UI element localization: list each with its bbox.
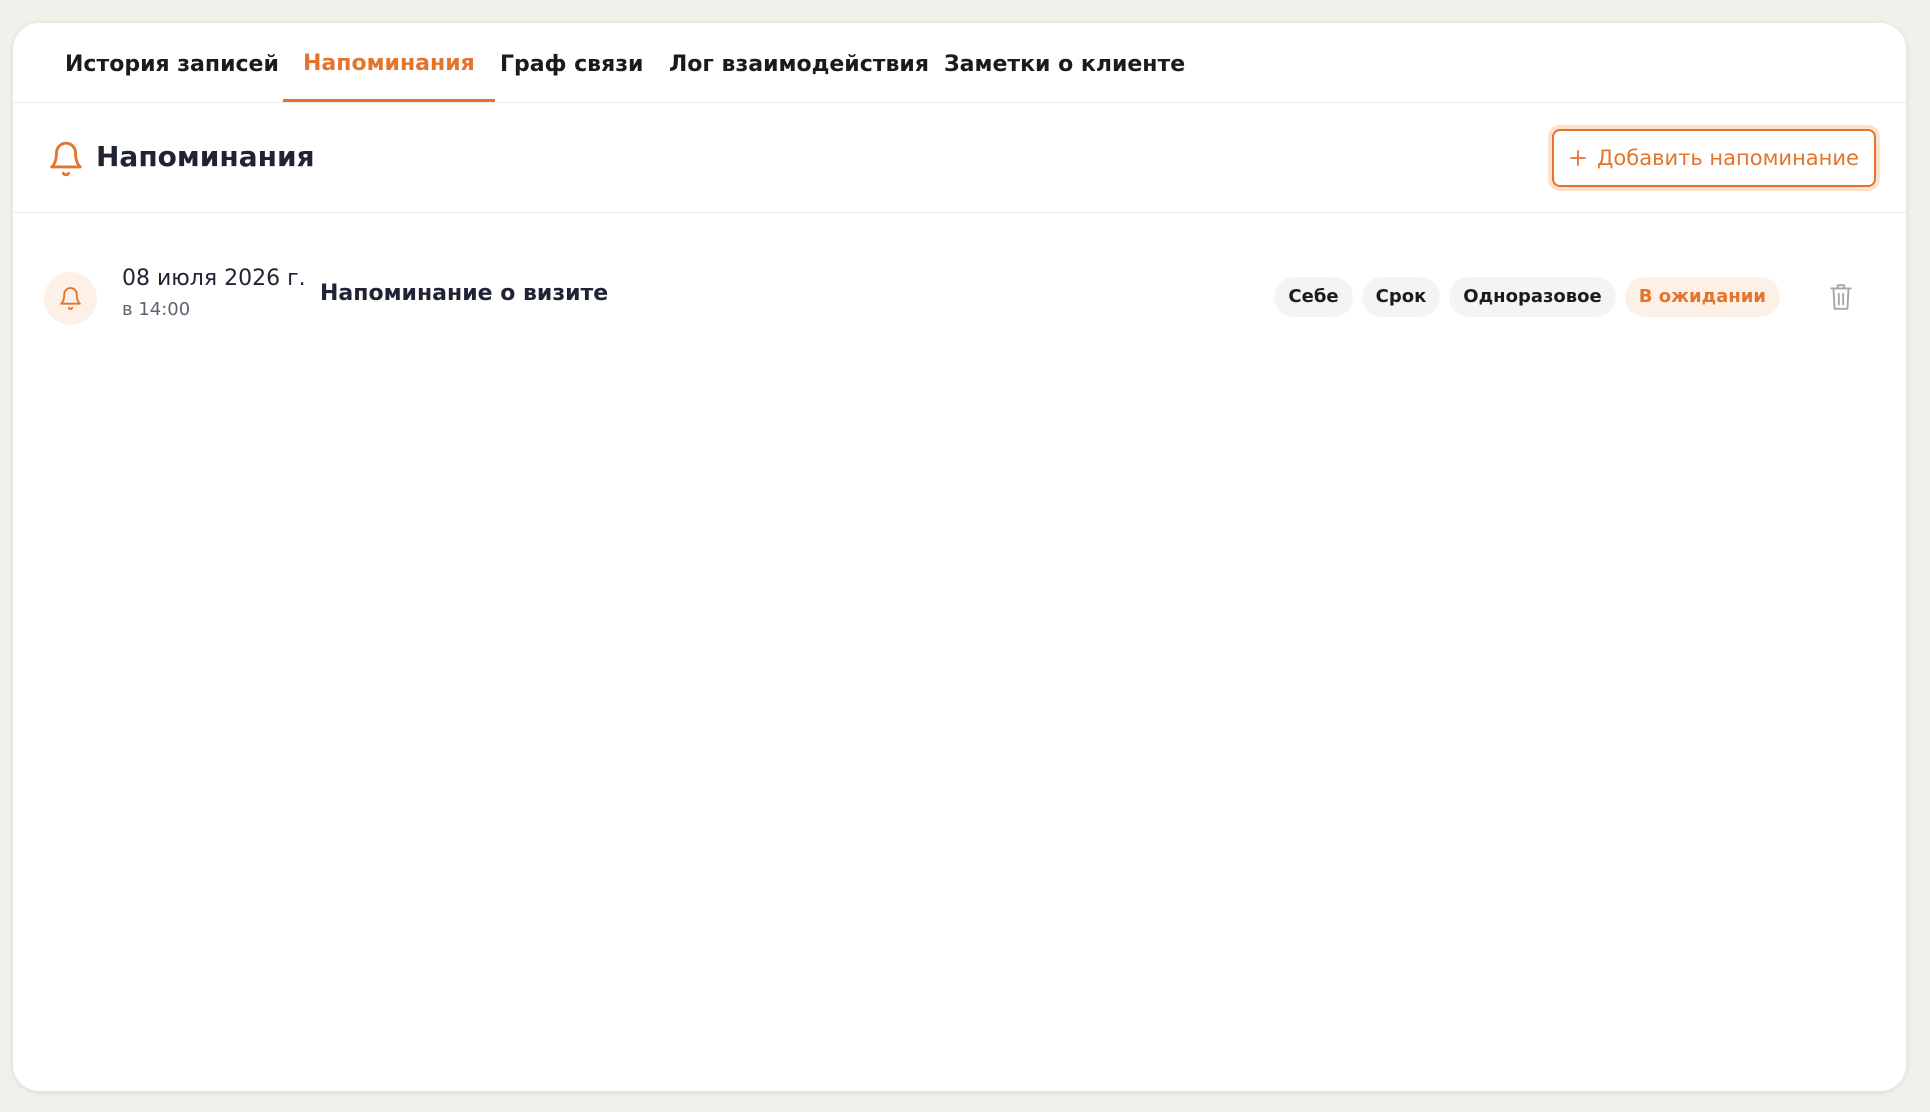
badge-frequency: Одноразовое	[1449, 277, 1616, 317]
add-reminder-button[interactable]: Добавить напоминание	[1552, 129, 1876, 187]
bell-icon	[60, 287, 81, 310]
add-reminder-label: Добавить напоминание	[1597, 146, 1859, 170]
reminder-time: в 14:00	[122, 299, 191, 320]
status-badge: В ожидании	[1624, 277, 1780, 317]
reminder-title: Напоминание о визите	[320, 281, 609, 306]
reminder-item[interactable]: 08 июля 2026 г. в 14:00 Напоминание о ви…	[13, 260, 1906, 336]
reminders-panel: История записей Напоминания Граф связи Л…	[13, 23, 1906, 1091]
badge-type: Срок	[1361, 277, 1441, 317]
badge-recipient: Себе	[1274, 277, 1353, 317]
tab-relations-graph[interactable]: Граф связи	[500, 23, 643, 102]
section-header: Напоминания Добавить напоминание	[13, 103, 1906, 213]
tab-bar: История записей Напоминания Граф связи Л…	[13, 23, 1906, 103]
bell-icon	[50, 141, 82, 177]
tab-history[interactable]: История записей	[65, 23, 279, 102]
plus-icon	[1570, 150, 1586, 166]
section-title: Напоминания	[96, 140, 315, 173]
reminder-badges: Себе Срок Одноразовое В ожидании	[1274, 277, 1780, 317]
tab-interaction-log[interactable]: Лог взаимодействия	[669, 23, 929, 102]
tab-reminders[interactable]: Напоминания	[283, 23, 495, 102]
reminder-icon-badge	[44, 272, 97, 325]
trash-icon[interactable]	[1828, 282, 1854, 312]
tab-client-notes[interactable]: Заметки о клиенте	[944, 23, 1185, 102]
reminder-date: 08 июля 2026 г.	[122, 266, 306, 291]
